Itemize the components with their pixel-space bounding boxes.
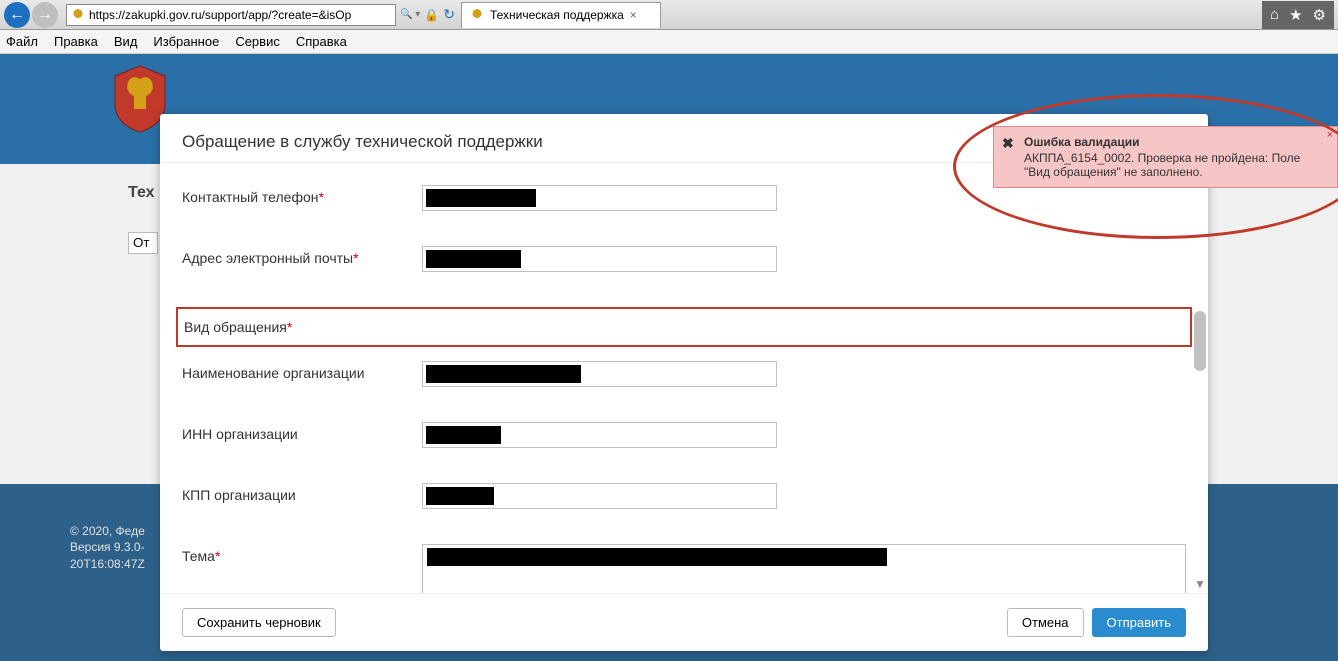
row-phone: Контактный телефон* xyxy=(182,185,1186,232)
menu-favorites[interactable]: Избранное xyxy=(153,34,219,49)
bg-filter-input[interactable] xyxy=(128,232,158,254)
field-inn xyxy=(422,422,777,469)
scroll-down-icon[interactable]: ▼ xyxy=(1194,577,1206,591)
menu-view[interactable]: Вид xyxy=(114,34,138,49)
browser-chrome: ← → https://zakupki.gov.ru/support/app/?… xyxy=(0,0,1338,30)
modal-footer: Сохранить черновик Отмена Отправить xyxy=(160,593,1208,651)
field-kpp xyxy=(422,483,777,530)
menu-edit[interactable]: Правка xyxy=(54,34,98,49)
label-phone: Контактный телефон* xyxy=(182,185,422,205)
ie-menu-bar: Файл Правка Вид Избранное Сервис Справка xyxy=(0,30,1338,54)
footer-line1: © 2020, Феде xyxy=(70,523,145,540)
toast-close-icon[interactable]: × xyxy=(1327,129,1333,141)
browser-tab[interactable]: Техническая поддержка × xyxy=(461,2,661,28)
field-email xyxy=(422,246,777,293)
label-request-type: Вид обращения* xyxy=(184,319,424,335)
lock-icon: 🔒 xyxy=(424,8,439,22)
textarea-theme[interactable] xyxy=(422,544,1186,593)
row-request-type: Вид обращения* xyxy=(176,307,1192,347)
label-email: Адрес электронный почты* xyxy=(182,246,422,266)
menu-tools[interactable]: Сервис xyxy=(235,34,280,49)
toast-x-icon: ✖ xyxy=(1002,135,1014,152)
scroll-thumb[interactable] xyxy=(1194,311,1206,371)
tab-close-icon[interactable]: × xyxy=(630,8,637,22)
modal-body: Контактный телефон* Адрес электронный по… xyxy=(160,163,1208,593)
reload-icon[interactable]: ↻ xyxy=(443,6,455,23)
nav-forward-button[interactable]: → xyxy=(32,2,58,28)
search-dropdown-icon[interactable]: 🔍 ▾ xyxy=(400,9,420,20)
menu-help[interactable]: Справка xyxy=(296,34,347,49)
row-inn: ИНН организации xyxy=(182,422,1186,469)
send-button[interactable]: Отправить xyxy=(1092,608,1186,637)
row-email: Адрес электронный почты* xyxy=(182,246,1186,293)
save-draft-button[interactable]: Сохранить черновик xyxy=(182,608,336,637)
row-theme: Тема* xyxy=(182,544,1186,593)
field-phone xyxy=(422,185,777,232)
settings-gear-icon[interactable]: ⚙ xyxy=(1313,6,1326,24)
row-kpp: КПП организации xyxy=(182,483,1186,530)
site-footer: © 2020, Феде Версия 9.3.0- 20T16:08:47Z xyxy=(70,523,145,573)
toast-title: Ошибка валидации xyxy=(1024,135,1317,149)
modal-scrollbar[interactable]: ▲ ▼ xyxy=(1194,124,1206,591)
cancel-button[interactable]: Отмена xyxy=(1007,608,1084,637)
field-theme xyxy=(422,544,1186,593)
favorites-icon[interactable]: ★ xyxy=(1289,6,1302,24)
site-favicon xyxy=(71,8,85,22)
row-org-name: Наименование организации xyxy=(182,361,1186,408)
label-kpp: КПП организации xyxy=(182,483,422,503)
menu-file[interactable]: Файл xyxy=(6,34,38,49)
site-background: ыйти Тех Вв ↻ © 2020, Феде Версия 9.3.0-… xyxy=(0,54,1338,661)
address-bar[interactable]: https://zakupki.gov.ru/support/app/?crea… xyxy=(66,4,396,26)
tab-favicon xyxy=(470,8,484,22)
label-inn: ИНН организации xyxy=(182,422,422,442)
home-icon[interactable]: ⌂ xyxy=(1270,6,1279,23)
tab-title: Техническая поддержка xyxy=(490,8,624,22)
label-theme: Тема* xyxy=(182,544,422,564)
footer-line3: 20T16:08:47Z xyxy=(70,556,145,573)
field-org-name xyxy=(422,361,777,408)
label-org-name: Наименование организации xyxy=(182,361,422,381)
nav-back-button[interactable]: ← xyxy=(4,2,30,28)
footer-line2: Версия 9.3.0- xyxy=(70,539,145,556)
address-meta: 🔍 ▾ 🔒 ↻ xyxy=(400,6,455,23)
toast-body: АКППА_6154_0002. Проверка не пройдена: П… xyxy=(1024,151,1317,179)
validation-error-toast: ✖ × Ошибка валидации АКППА_6154_0002. Пр… xyxy=(993,126,1338,188)
chrome-right-icons: ⌂ ★ ⚙ xyxy=(1262,1,1334,29)
url-text: https://zakupki.gov.ru/support/app/?crea… xyxy=(89,8,351,22)
support-modal: Обращение в службу технической поддержки… xyxy=(160,114,1208,651)
